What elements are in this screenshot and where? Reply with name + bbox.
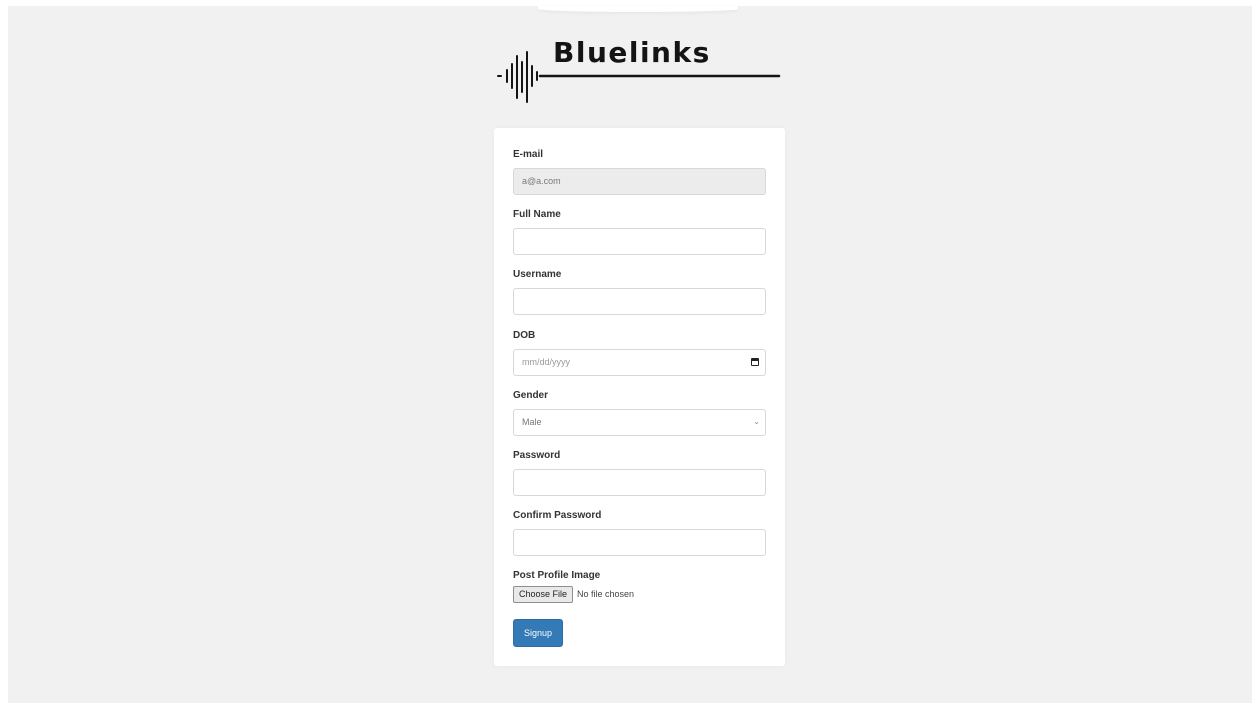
username-input[interactable] [513,288,766,315]
signup-card: E-mail a@a.com Full Name Username DOB mm… [494,128,785,666]
full-name-label: Full Name [513,209,561,220]
chevron-down-icon: ⌄ [753,417,760,426]
signup-button[interactable]: Signup [513,619,564,647]
dob-input[interactable]: mm/dd/yyyy [513,349,766,376]
email-value: a@a.com [522,176,561,186]
email-label: E-mail [513,149,544,160]
calendar-icon[interactable] [751,358,759,366]
page-background: Bluelinks E-mail a@a.com Full Name Usern… [8,6,1252,703]
brand-logo: Bluelinks [494,36,784,106]
file-status-text: No file chosen [577,589,635,599]
choose-file-button[interactable]: Choose File [513,585,574,603]
confirm-password-group: Confirm Password [513,509,766,556]
gender-label: Gender [513,390,549,401]
profile-image-label: Post Profile Image [513,570,601,581]
email-group: E-mail a@a.com [513,148,766,195]
dob-group: DOB mm/dd/yyyy [513,329,766,376]
profile-image-group: Post Profile Image Choose File No file c… [513,569,766,603]
file-picker: Choose File No file chosen [513,585,766,603]
confirm-password-input[interactable] [513,529,766,556]
gender-select[interactable]: Male ⌄ [513,409,766,436]
gender-group: Gender Male ⌄ [513,389,766,436]
email-field[interactable]: a@a.com [513,168,766,195]
full-name-input[interactable] [513,228,766,255]
password-input[interactable] [513,469,766,496]
top-shadow [538,6,738,12]
gender-selected-value: Male [522,417,542,427]
confirm-password-label: Confirm Password [513,510,602,521]
brand-name: Bluelinks [553,36,711,69]
password-label: Password [513,450,561,461]
full-name-group: Full Name [513,208,766,255]
dob-label: DOB [513,330,536,341]
username-label: Username [513,269,562,280]
password-group: Password [513,449,766,496]
username-group: Username [513,268,766,315]
dob-placeholder: mm/dd/yyyy [522,357,571,367]
